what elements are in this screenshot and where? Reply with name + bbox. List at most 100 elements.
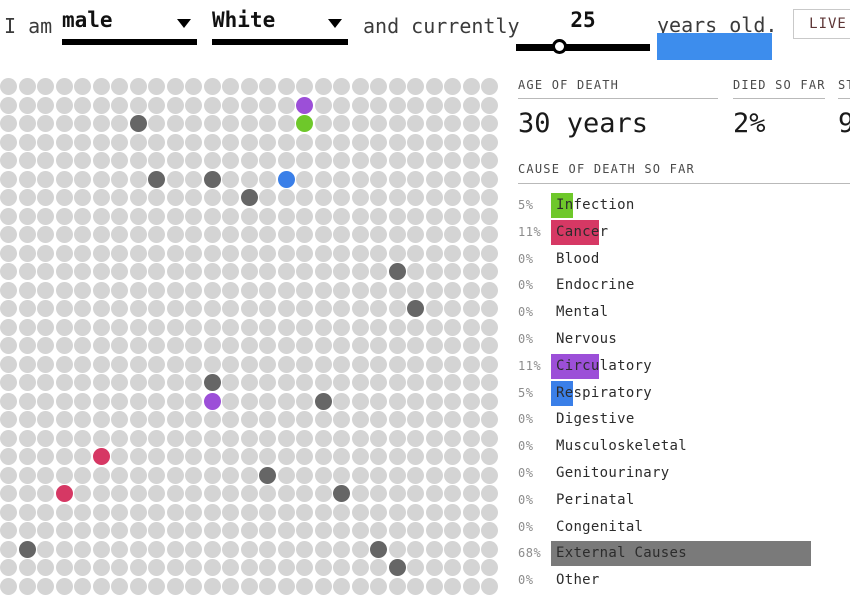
dot-empty <box>74 374 91 391</box>
dot-marked[interactable] <box>296 115 313 132</box>
cause-row[interactable]: 5% Infection <box>518 193 850 220</box>
dot-empty <box>74 541 91 558</box>
cause-row[interactable]: 11% Circulatory <box>518 353 850 381</box>
cause-row[interactable]: 0% Musculoskeletal <box>518 434 850 461</box>
dot-empty <box>37 393 54 410</box>
dot-empty <box>56 356 73 373</box>
dot-empty <box>296 393 313 410</box>
dot-empty <box>481 245 498 262</box>
dot-empty <box>222 559 239 576</box>
dot-empty <box>296 467 313 484</box>
dot-empty <box>444 485 461 502</box>
dot-marked[interactable] <box>130 115 147 132</box>
dot-empty <box>241 393 258 410</box>
cause-row[interactable]: 0% Endocrine <box>518 273 850 300</box>
dot-empty <box>426 522 443 539</box>
dot-marked[interactable] <box>407 300 424 317</box>
dot-empty <box>74 97 91 114</box>
race-select-value: White <box>212 8 276 32</box>
cause-row[interactable]: 0% Blood <box>518 247 850 274</box>
dot-marked[interactable] <box>278 171 295 188</box>
dot-empty <box>444 319 461 336</box>
dot-empty <box>167 559 184 576</box>
dot-marked[interactable] <box>370 541 387 558</box>
dot-empty <box>0 319 17 336</box>
dot-empty <box>93 208 110 225</box>
dot-marked[interactable] <box>333 485 350 502</box>
dot-marked[interactable] <box>241 189 258 206</box>
age-slider-knob[interactable] <box>552 39 567 54</box>
dot-empty <box>19 522 36 539</box>
dot-empty <box>167 189 184 206</box>
dot-empty <box>19 559 36 576</box>
dot-empty <box>352 171 369 188</box>
dot-empty <box>259 356 276 373</box>
dot-empty <box>333 115 350 132</box>
age-slider[interactable]: 25 <box>516 8 650 54</box>
dot-marked[interactable] <box>389 559 406 576</box>
dot-marked[interactable] <box>296 97 313 114</box>
dot-marked[interactable] <box>315 393 332 410</box>
live-button[interactable]: LIVE <box>793 9 850 39</box>
dot-empty <box>444 411 461 428</box>
dot-empty <box>444 559 461 576</box>
dot-empty <box>0 152 17 169</box>
dot-empty <box>93 282 110 299</box>
cause-percent: 0% <box>518 519 534 534</box>
cause-row[interactable]: 0% Perinatal <box>518 488 850 515</box>
dot-marked[interactable] <box>93 448 110 465</box>
dot-empty <box>56 115 73 132</box>
cause-of-death-list[interactable]: 5% Infection 11% Cancer 0% Blood 0% Endocrine 0%… <box>518 193 850 595</box>
dot-marked[interactable] <box>204 171 221 188</box>
dot-marked[interactable] <box>204 374 221 391</box>
cause-row[interactable]: 5% Respiratory <box>518 380 850 408</box>
cause-row[interactable]: 0% Nervous <box>518 327 850 354</box>
cause-row[interactable]: 0% Congenital <box>518 515 850 542</box>
dot-empty <box>37 578 54 595</box>
dot-empty <box>0 282 17 299</box>
dot-empty <box>93 189 110 206</box>
dot-empty <box>93 467 110 484</box>
dot-marked[interactable] <box>56 485 73 502</box>
dot-empty <box>444 522 461 539</box>
dot-empty <box>481 115 498 132</box>
cause-row[interactable]: 0% Other <box>518 568 850 595</box>
dot-empty <box>56 337 73 354</box>
dot-marked[interactable] <box>19 541 36 558</box>
dot-empty <box>130 337 147 354</box>
dot-empty <box>370 263 387 280</box>
age-slider-track[interactable] <box>516 44 650 51</box>
dot-empty <box>389 282 406 299</box>
dot-empty <box>333 374 350 391</box>
dot-marked[interactable] <box>389 263 406 280</box>
dot-empty <box>370 115 387 132</box>
dot-empty <box>130 97 147 114</box>
dot-marked[interactable] <box>148 171 165 188</box>
dot-empty <box>222 226 239 243</box>
dot-empty <box>407 189 424 206</box>
dot-empty <box>56 263 73 280</box>
cause-row[interactable]: 0% Digestive <box>518 407 850 434</box>
dot-empty <box>463 393 480 410</box>
dot-empty <box>204 263 221 280</box>
dot-empty <box>296 541 313 558</box>
dot-empty <box>93 152 110 169</box>
dot-marked[interactable] <box>259 467 276 484</box>
dot-empty <box>74 78 91 95</box>
dot-empty <box>296 504 313 521</box>
cause-percent: 0% <box>518 331 534 346</box>
cause-row[interactable]: 0% Genitourinary <box>518 461 850 488</box>
dot-empty <box>222 319 239 336</box>
dot-empty <box>93 504 110 521</box>
dot-empty <box>278 522 295 539</box>
dot-empty <box>130 78 147 95</box>
dot-marked[interactable] <box>204 393 221 410</box>
cause-row[interactable]: 0% Mental <box>518 300 850 327</box>
dot-empty <box>37 245 54 262</box>
dot-empty <box>463 115 480 132</box>
dot-empty <box>370 226 387 243</box>
cause-row[interactable]: 11% Cancer <box>518 219 850 247</box>
cause-row[interactable]: 68% External Causes <box>518 541 850 568</box>
dot-empty <box>333 226 350 243</box>
dot-empty <box>130 393 147 410</box>
